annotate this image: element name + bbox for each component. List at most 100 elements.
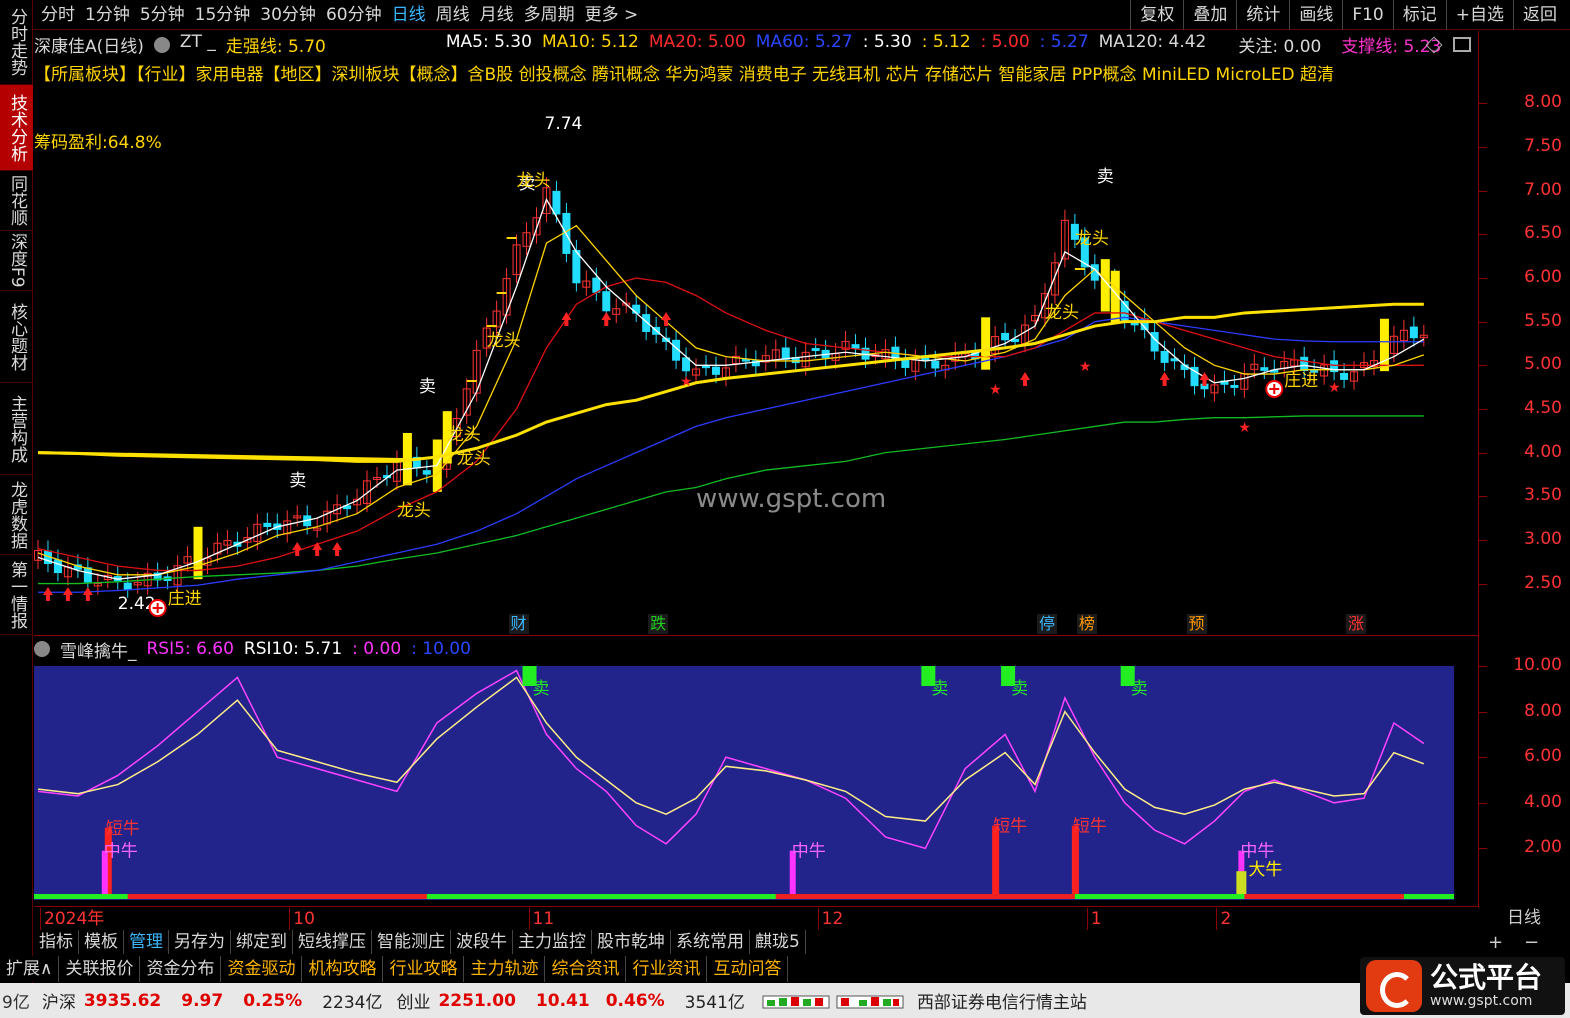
period-tab-10[interactable]: 更多 > bbox=[580, 0, 644, 30]
buy-arrow-icon bbox=[312, 542, 323, 556]
indicator-tab-4[interactable]: 绑定到 bbox=[231, 930, 293, 954]
action-2[interactable]: 统计 bbox=[1236, 0, 1289, 30]
candle-body bbox=[901, 358, 910, 368]
period-tab-2[interactable]: 5分钟 bbox=[135, 0, 190, 30]
left-tab-0[interactable]: 分时走势 bbox=[0, 0, 33, 85]
left-tab-7[interactable]: 第一情报 bbox=[0, 555, 33, 635]
action-3[interactable]: 画线 bbox=[1289, 0, 1342, 30]
strong-candle bbox=[193, 526, 203, 580]
candle-body bbox=[263, 522, 272, 528]
info-tab-5[interactable]: 行业攻略 bbox=[383, 956, 465, 982]
period-tab-6[interactable]: 日线 bbox=[387, 0, 431, 30]
action-0[interactable]: 复权 bbox=[1130, 0, 1183, 30]
indicator-tab-8[interactable]: 主力监控 bbox=[513, 930, 592, 954]
left-tab-5[interactable]: 主营构成 bbox=[0, 383, 33, 475]
info-tab-0[interactable]: 扩展∧ bbox=[0, 956, 60, 982]
zoom-out-button[interactable]: − bbox=[1524, 932, 1539, 953]
sub-tick-4: 2.00 bbox=[1524, 837, 1562, 858]
info-tab-9[interactable]: 互动问答 bbox=[707, 956, 789, 982]
rsi5-value: RSI5: 6.60 bbox=[146, 639, 234, 659]
concept-line: 【所属板块】【行业】家用电器【地区】深圳板块【概念】含B股 创投概念 腾讯概念 … bbox=[34, 65, 1335, 85]
info-tab-6[interactable]: 主力轨迹 bbox=[464, 956, 546, 982]
period-tab-1[interactable]: 1分钟 bbox=[80, 0, 135, 30]
price-tick-line-5 bbox=[1479, 321, 1487, 323]
indicator-tab-7[interactable]: 波段牛 bbox=[451, 930, 513, 954]
info-tab-3[interactable]: 资金驱动 bbox=[221, 956, 303, 982]
peak-price-label: 7.74 bbox=[545, 114, 583, 134]
left-side-tabs: 分时走势 技术分析 同花顺 深度F9 核心题材 主营构成 龙虎数据 第一情报 bbox=[0, 0, 33, 1018]
event-2[interactable]: 停 bbox=[1036, 614, 1057, 634]
date-tick-5: 2 bbox=[1216, 908, 1231, 930]
period-tab-5[interactable]: 60分钟 bbox=[321, 0, 387, 30]
sub-indicator-name[interactable]: 雪峰擒牛_ bbox=[60, 637, 137, 662]
indicator-toolbar: 指标 模板 管理 另存为 绑定到 短线撑压 智能测庄 波段牛 主力监控 股市乾坤 系统常用 麒珑5 bbox=[34, 930, 806, 954]
left-tab-1[interactable]: 技术分析 bbox=[0, 85, 33, 171]
left-tab-4[interactable]: 核心题材 bbox=[0, 291, 33, 383]
dragon-label-0: 龙头 bbox=[517, 171, 551, 191]
left-tab-6[interactable]: 龙虎数据 bbox=[0, 475, 33, 555]
info-tab-2[interactable]: 资金分布 bbox=[140, 956, 222, 982]
action-7[interactable]: 返回 bbox=[1513, 0, 1566, 30]
buy-arrow-icon bbox=[62, 587, 73, 601]
indicator-tab-3[interactable]: 另存为 bbox=[169, 930, 231, 954]
candle-body bbox=[1001, 332, 1010, 341]
candle-body bbox=[53, 559, 62, 574]
info-tab-4[interactable]: 机构攻略 bbox=[302, 956, 384, 982]
focus-value: 关注: 0.00 bbox=[1238, 37, 1322, 57]
action-5[interactable]: 标记 bbox=[1392, 0, 1446, 30]
indicator-tab-0[interactable]: 指标 bbox=[34, 930, 79, 954]
server-name[interactable]: 西部证券电信行情主站 bbox=[917, 988, 1087, 1013]
indicator-tab-2[interactable]: 管理 bbox=[124, 930, 169, 954]
indicator-tab-11[interactable]: 麒珑5 bbox=[750, 930, 806, 954]
price-tick-6: 5.00 bbox=[1524, 354, 1562, 375]
indicator-tab-10[interactable]: 系统常用 bbox=[671, 930, 750, 954]
event-3[interactable]: 榜 bbox=[1076, 614, 1097, 634]
info-tab-7[interactable]: 综合资讯 bbox=[545, 956, 627, 982]
left-tab-2[interactable]: 同花顺 bbox=[0, 171, 33, 231]
rsi-chart[interactable]: 短牛 短牛 短牛中牛 中牛 中牛大牛 卖 卖 卖 卖 bbox=[34, 662, 1476, 906]
candle-body bbox=[1260, 367, 1269, 371]
indicator-tab-6[interactable]: 智能测庄 bbox=[372, 930, 451, 954]
info-tab-8[interactable]: 行业资讯 bbox=[626, 956, 708, 982]
left-tab-3[interactable]: 深度F9 bbox=[0, 231, 33, 291]
event-0[interactable]: 财 bbox=[508, 614, 529, 634]
ma5-value: MA5: 5.30 bbox=[445, 32, 532, 52]
price-tick-line-1 bbox=[1479, 147, 1487, 149]
price-tick-line-10 bbox=[1479, 539, 1487, 541]
period-tab-8[interactable]: 月线 bbox=[475, 0, 519, 30]
action-4[interactable]: F10 bbox=[1342, 0, 1392, 30]
period-tab-3[interactable]: 15分钟 bbox=[190, 0, 256, 30]
indicator-toggle-icon[interactable] bbox=[153, 37, 170, 53]
buy-arrow-icon bbox=[1159, 372, 1170, 386]
period-tab-4[interactable]: 30分钟 bbox=[255, 0, 321, 30]
period-label: 日线 bbox=[1507, 908, 1541, 928]
zoom-in-button[interactable]: + bbox=[1488, 932, 1503, 953]
price-tick-4: 6.00 bbox=[1524, 267, 1562, 288]
stock-name[interactable]: 深康佳A(日线) bbox=[34, 32, 144, 58]
sub-v1-value: : 0.00 bbox=[352, 639, 402, 659]
window-icon[interactable] bbox=[1453, 37, 1471, 52]
ma-line-MA60 bbox=[38, 316, 1424, 593]
chip-profit-label: 筹码盈利:64.8% bbox=[34, 133, 162, 153]
sub-toggle-icon[interactable] bbox=[34, 641, 50, 657]
indicator-tab-1[interactable]: 模板 bbox=[79, 930, 124, 954]
event-4[interactable]: 预 bbox=[1186, 614, 1207, 634]
sub-tick-line-2 bbox=[1479, 757, 1487, 759]
action-1[interactable]: 叠加 bbox=[1183, 0, 1236, 30]
candlesticks bbox=[34, 177, 1428, 598]
info-tab-1[interactable]: 关联报价 bbox=[59, 956, 141, 982]
candle-body bbox=[1340, 372, 1349, 380]
period-tab-7[interactable]: 周线 bbox=[431, 0, 475, 30]
price-tick-5: 5.50 bbox=[1524, 310, 1562, 331]
strong-candle bbox=[1379, 318, 1389, 372]
event-5[interactable]: 涨 bbox=[1346, 614, 1367, 634]
indicator-tab-9[interactable]: 股市乾坤 bbox=[592, 930, 671, 954]
period-tab-9[interactable]: 多周期 bbox=[519, 0, 580, 30]
ma120-value: MA120: 4.42 bbox=[1098, 32, 1207, 52]
period-tab-0[interactable]: 分时 bbox=[36, 0, 80, 30]
price-tick-line-2 bbox=[1479, 190, 1487, 192]
action-6[interactable]: +自选 bbox=[1445, 0, 1513, 30]
indicator-tab-5[interactable]: 短线撑压 bbox=[293, 930, 372, 954]
event-1[interactable]: 跌 bbox=[648, 614, 669, 634]
price-chart[interactable]: 卖卖卖 卖7.742.42龙头龙头龙头龙头龙头龙头龙头庄进庄进★ ★★★★ bbox=[34, 86, 1476, 636]
